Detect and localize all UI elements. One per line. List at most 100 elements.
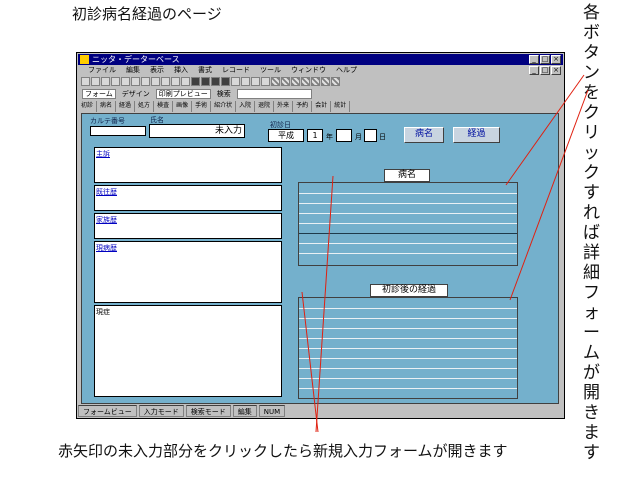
first-record-icon[interactable] [191, 76, 200, 86]
menu-tools[interactable]: ツール [260, 65, 281, 75]
tool-search[interactable]: 検索 [217, 88, 231, 100]
menu-window[interactable]: ウィンドウ [291, 65, 326, 75]
undo-icon[interactable] [151, 76, 160, 86]
next-record-icon[interactable] [211, 76, 220, 86]
window-titlebar: ニッタ・データーベース _ □ × [78, 54, 563, 65]
app-icon [80, 55, 89, 64]
toolbar [78, 75, 563, 87]
progress-grid[interactable] [298, 297, 518, 399]
tool-combo-box[interactable] [236, 89, 312, 99]
tool-form-view[interactable]: フォーム [82, 89, 116, 99]
window-controls: _ □ × [529, 55, 561, 64]
tab-0[interactable]: 初診 [78, 101, 98, 112]
progress-detail-button[interactable]: 経過 [453, 127, 500, 143]
menu-view[interactable]: 表示 [150, 65, 164, 75]
chief-complaint-box[interactable]: 主訴 [94, 147, 282, 183]
page-title: 初診病名経過のページ [72, 5, 222, 23]
tab-6[interactable]: 手術 [192, 101, 212, 112]
help-icon[interactable] [261, 76, 270, 86]
print-icon[interactable] [101, 76, 110, 86]
disabled-tool-icon [321, 76, 330, 86]
filter-icon[interactable] [181, 76, 190, 86]
menu-file[interactable]: ファイル [88, 65, 116, 75]
mdi-controls: _ □ × [529, 66, 561, 75]
family-history-box[interactable]: 家族歴 [94, 213, 282, 239]
view-icon[interactable] [81, 76, 90, 86]
status-3: 編集 [232, 405, 257, 417]
app-window: ニッタ・データーベース _ □ × ファイル 編集 表示 挿入 書式 レコード … [76, 52, 565, 419]
window-title: ニッタ・データーベース [92, 55, 180, 64]
last-record-icon[interactable] [221, 76, 230, 86]
tab-5[interactable]: 画像 [173, 101, 193, 112]
past-history-label: 既往歴 [96, 188, 117, 196]
delete-record-icon[interactable] [241, 76, 250, 86]
tab-2[interactable]: 経過 [116, 101, 136, 112]
present-illness-box[interactable]: 現病歴 [94, 241, 282, 303]
progress-grid-title: 初診後の経過 [370, 284, 448, 297]
maximize-icon[interactable]: □ [540, 55, 550, 64]
diagnosis-detail-button[interactable]: 病名 [404, 127, 444, 143]
close-icon[interactable]: × [551, 55, 561, 64]
sort-asc-icon[interactable] [161, 76, 170, 86]
name-field[interactable]: 未入力 [149, 124, 245, 138]
date-day-field[interactable] [364, 129, 377, 142]
database-icon[interactable] [251, 76, 260, 86]
present-illness-label: 現病歴 [96, 244, 117, 252]
copy-icon[interactable] [131, 76, 140, 86]
save-icon[interactable] [91, 76, 100, 86]
minimize-icon[interactable]: _ [529, 55, 539, 64]
tabs-row: 初診 病名 経過 処方 検査 画像 手術 紹介状 入院 退院 外来 予約 会計 … [78, 101, 563, 112]
status-2: 検索モード [185, 405, 231, 417]
tab-12[interactable]: 会計 [312, 101, 332, 112]
tab-8[interactable]: 入院 [236, 101, 256, 112]
date-era-field[interactable]: 平成 [268, 129, 304, 142]
tab-11[interactable]: 予約 [293, 101, 313, 112]
tab-10[interactable]: 外来 [274, 101, 294, 112]
tool-design-view[interactable]: デザイン [122, 88, 150, 100]
disabled-tool-icon [331, 76, 340, 86]
disabled-tool-icon [291, 76, 300, 86]
mdi-restore-icon[interactable]: □ [540, 66, 550, 75]
menu-help[interactable]: ヘルプ [336, 65, 357, 75]
family-history-label: 家族歴 [96, 216, 117, 224]
menu-format[interactable]: 書式 [198, 65, 212, 75]
statusbar: フォームビュー 入力モード 検索モード 編集 NUM [78, 405, 563, 417]
mdi-close-icon[interactable]: × [551, 66, 561, 75]
date-month-field[interactable] [336, 129, 352, 142]
tab-7[interactable]: 紹介状 [211, 101, 237, 112]
side-note: 各ボタンをクリックすれば詳細フォームが開きます [583, 3, 600, 463]
date-day-unit: 日 [379, 133, 386, 141]
tab-4[interactable]: 検査 [154, 101, 174, 112]
diagnosis-grid[interactable] [298, 182, 518, 266]
formatting-toolbar: フォーム デザイン 印刷プレビュー 検索 [78, 88, 563, 100]
present-status-box[interactable]: 現症 [94, 305, 282, 397]
paste-icon[interactable] [141, 76, 150, 86]
date-year-field[interactable]: 1 [307, 129, 323, 142]
date-month-unit: 月 [355, 133, 362, 141]
preview-icon[interactable] [111, 76, 120, 86]
menu-records[interactable]: レコード [222, 65, 250, 75]
new-record-icon[interactable] [231, 76, 240, 86]
mdi-minimize-icon[interactable]: _ [529, 66, 539, 75]
tab-13[interactable]: 統計 [331, 101, 351, 112]
cut-icon[interactable] [121, 76, 130, 86]
patient-id-label: カルテ番号 [90, 117, 125, 125]
prev-record-icon[interactable] [201, 76, 210, 86]
tab-9[interactable]: 退院 [255, 101, 275, 112]
disabled-tool-icon [281, 76, 290, 86]
menubar: ファイル 編集 表示 挿入 書式 レコード ツール ウィンドウ ヘルプ _ □ … [78, 65, 563, 75]
menu-insert[interactable]: 挿入 [174, 65, 188, 75]
page: 初診病名経過のページ 各ボタンをクリックすれば詳細フォームが開きます ニッタ・デ… [0, 0, 640, 480]
tab-1[interactable]: 病名 [97, 101, 117, 112]
menu-edit[interactable]: 編集 [126, 65, 140, 75]
disabled-tool-icon [271, 76, 280, 86]
sort-desc-icon[interactable] [171, 76, 180, 86]
status-0: フォームビュー [78, 405, 137, 417]
disabled-tool-icon [301, 76, 310, 86]
past-history-box[interactable]: 既往歴 [94, 185, 282, 211]
tool-print-preview[interactable]: 印刷プレビュー [155, 89, 211, 99]
date-year-unit: 年 [326, 133, 333, 141]
disabled-tool-icon [311, 76, 320, 86]
tab-3[interactable]: 処方 [135, 101, 155, 112]
patient-id-field[interactable] [90, 126, 146, 136]
